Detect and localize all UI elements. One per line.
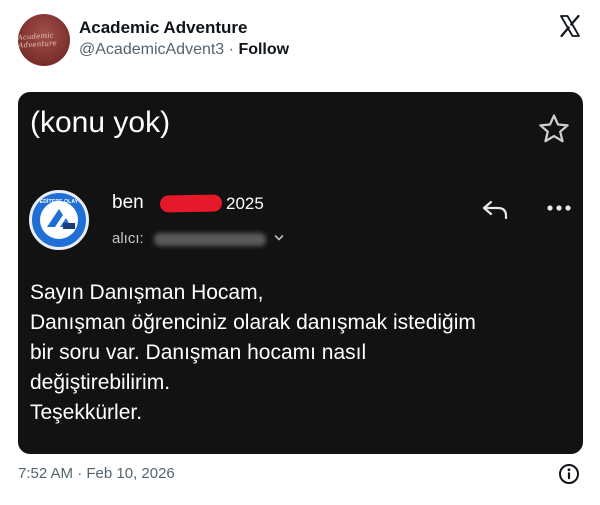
author-handle[interactable]: @AcademicAdvent3	[79, 41, 224, 58]
chevron-down-icon[interactable]	[273, 232, 285, 244]
email-screenshot: (konu yok) YEDİTEPE OLAYY ben 2025 alıcı…	[18, 92, 583, 454]
tweet-timestamp[interactable]: 7:52 AM · Feb 10, 2026	[18, 465, 175, 482]
separator-dot: ·	[228, 41, 234, 58]
sender-year: 2025	[226, 194, 264, 213]
x-logo-icon[interactable]	[558, 14, 582, 38]
tweet-header: Academic Adventure Academic Adventure @A…	[18, 12, 584, 68]
badge-text: YEDİTEPE OLAYY	[36, 199, 82, 205]
avatar[interactable]: Academic Adventure	[18, 14, 70, 66]
info-icon[interactable]	[558, 463, 580, 485]
recipient-blurred	[154, 233, 266, 246]
star-icon[interactable]	[537, 112, 571, 146]
follow-button[interactable]: Follow	[238, 41, 289, 58]
avatar-signature: Academic Adventure	[18, 31, 58, 50]
more-icon[interactable]	[544, 196, 574, 220]
redaction-mark	[159, 194, 223, 213]
email-body-line: Sayın Danışman Hocam,	[30, 281, 264, 304]
email-body: Sayın Danışman Hocam, Danışman öğrencini…	[30, 278, 575, 428]
sender-name: ben	[112, 192, 144, 213]
sender-avatar: YEDİTEPE OLAYY	[29, 190, 89, 250]
recipient-label: alıcı:	[112, 230, 144, 247]
email-body-line: değiştirebilirim.	[30, 371, 171, 394]
handle-row: @AcademicAdvent3 · Follow	[79, 41, 289, 59]
email-body-line: Danışman öğrenciniz olarak danışmak iste…	[30, 311, 476, 334]
email-body-line: bir soru var. Danışman hocamı nasıl	[30, 341, 367, 364]
email-body-line: Teşekkürler.	[30, 401, 143, 424]
email-subject: (konu yok)	[30, 106, 171, 139]
author-name[interactable]: Academic Adventure	[79, 18, 247, 38]
reply-icon[interactable]	[480, 196, 510, 222]
